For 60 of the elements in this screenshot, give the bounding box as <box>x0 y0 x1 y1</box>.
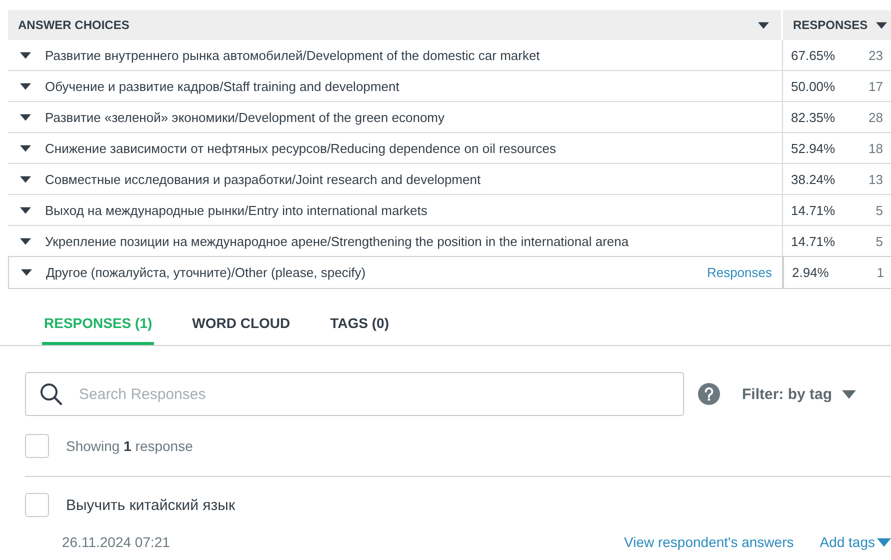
answer-text: Обучение и развитие кадров/Staff training and development <box>45 78 400 94</box>
search-icon <box>39 382 63 406</box>
column-header[interactable]: ANSWER CHOICES <box>18 18 130 32</box>
count-value: 23 <box>868 48 883 62</box>
showing-count: Showing 1 response <box>66 438 193 454</box>
answer-text: Выход на международные рынки/Entry into international markets <box>45 202 428 218</box>
caret-icon <box>20 206 31 214</box>
response-date: 26.11.2024 07:21 <box>62 534 171 550</box>
caret-icon <box>20 144 31 152</box>
caret-icon <box>20 52 31 58</box>
caret-icon <box>20 114 31 120</box>
percent-value: 52.94% <box>791 140 836 156</box>
answer-row[interactable]: Выход на международные рынки/Entry into international markets 14.71% 5 <box>8 195 891 226</box>
answer-text: Снижение зависимости от нефтяных ресурсов/Reducing dependence on oil resources <box>45 140 558 156</box>
answer-row[interactable]: Совместные исследования и разработки/Joint research and development 38.24% 13 <box>8 164 891 195</box>
caret-icon <box>20 238 31 244</box>
tab[interactable]: TAGS (0) <box>328 307 391 345</box>
checkbox[interactable] <box>25 434 49 458</box>
count-value: 18 <box>868 140 883 156</box>
caret-icon <box>21 269 32 276</box>
caret-icon <box>758 22 769 28</box>
search-field[interactable]: Search Responses <box>25 372 684 416</box>
percent-value: 2.94% <box>792 265 830 280</box>
answer-row[interactable]: Развитие внутреннего рынка автомобилей/Development of the domestic car market 67.65% 23 <box>8 40 891 71</box>
count-value: 5 <box>874 202 883 218</box>
percent-value: 67.65% <box>791 48 836 62</box>
caret-icon <box>877 538 891 546</box>
caret-icon <box>20 82 31 90</box>
answer-row[interactable]: Снижение зависимости от нефтяных ресурсов/Reducing dependence on oil resources 52.94% 18 <box>8 133 891 164</box>
percent-value: 50.00% <box>791 78 836 94</box>
add-tags-link[interactable]: Add tags <box>820 534 891 550</box>
answer-text: Другое (пожалуйста, уточните)/Other (please, specify) <box>46 265 367 280</box>
count-value: 17 <box>868 78 883 94</box>
percent-value: 14.71% <box>791 202 836 218</box>
checkbox[interactable] <box>25 493 49 517</box>
answer-text: Развитие внутреннего рынка автомобилей/Development of the domestic car market <box>45 48 541 62</box>
answer-row[interactable]: Развитие «зеленой» экономики/Development of the green economy 82.35% 28 <box>8 102 891 133</box>
percent-value: 14.71% <box>791 234 836 248</box>
help-icon[interactable] <box>698 383 720 405</box>
count-value: 5 <box>874 234 883 248</box>
caret-icon <box>876 22 887 28</box>
response-text: Выучить китайский язык <box>66 496 236 514</box>
column-header[interactable]: RESPONSES <box>793 18 868 32</box>
view-answers-link[interactable]: View respondent's answers <box>624 534 794 550</box>
answer-row[interactable]: Укрепление позиции на международное арене/Strengthening the position in the international arena 14.71% 5 <box>8 226 891 257</box>
answer-text: Совместные исследования и разработки/Joint research and development <box>45 172 482 186</box>
answer-text: Развитие «зеленой» экономики/Development of the green economy <box>45 110 446 124</box>
count-value: 13 <box>868 172 883 186</box>
count-value: 28 <box>868 110 883 124</box>
percent-value: 82.35% <box>791 110 836 124</box>
tab[interactable]: WORD CLOUD <box>190 307 292 345</box>
answer-row[interactable]: Другое (пожалуйста, уточните)/Other (please, specify) Responses 2.94% 1 <box>8 256 891 289</box>
count-value: 1 <box>876 265 884 280</box>
caret-icon <box>842 390 856 398</box>
answer-text: Укрепление позиции на международное арене/Strengthening the position in the international arena <box>45 234 630 248</box>
answer-row[interactable]: Обучение и развитие кадров/Staff training and development 50.00% 17 <box>8 71 891 102</box>
responses-link[interactable]: Responses <box>706 265 772 280</box>
filter-dropdown[interactable]: Filter: by tag <box>736 384 862 404</box>
percent-value: 38.24% <box>791 172 836 186</box>
caret-icon <box>20 176 31 182</box>
